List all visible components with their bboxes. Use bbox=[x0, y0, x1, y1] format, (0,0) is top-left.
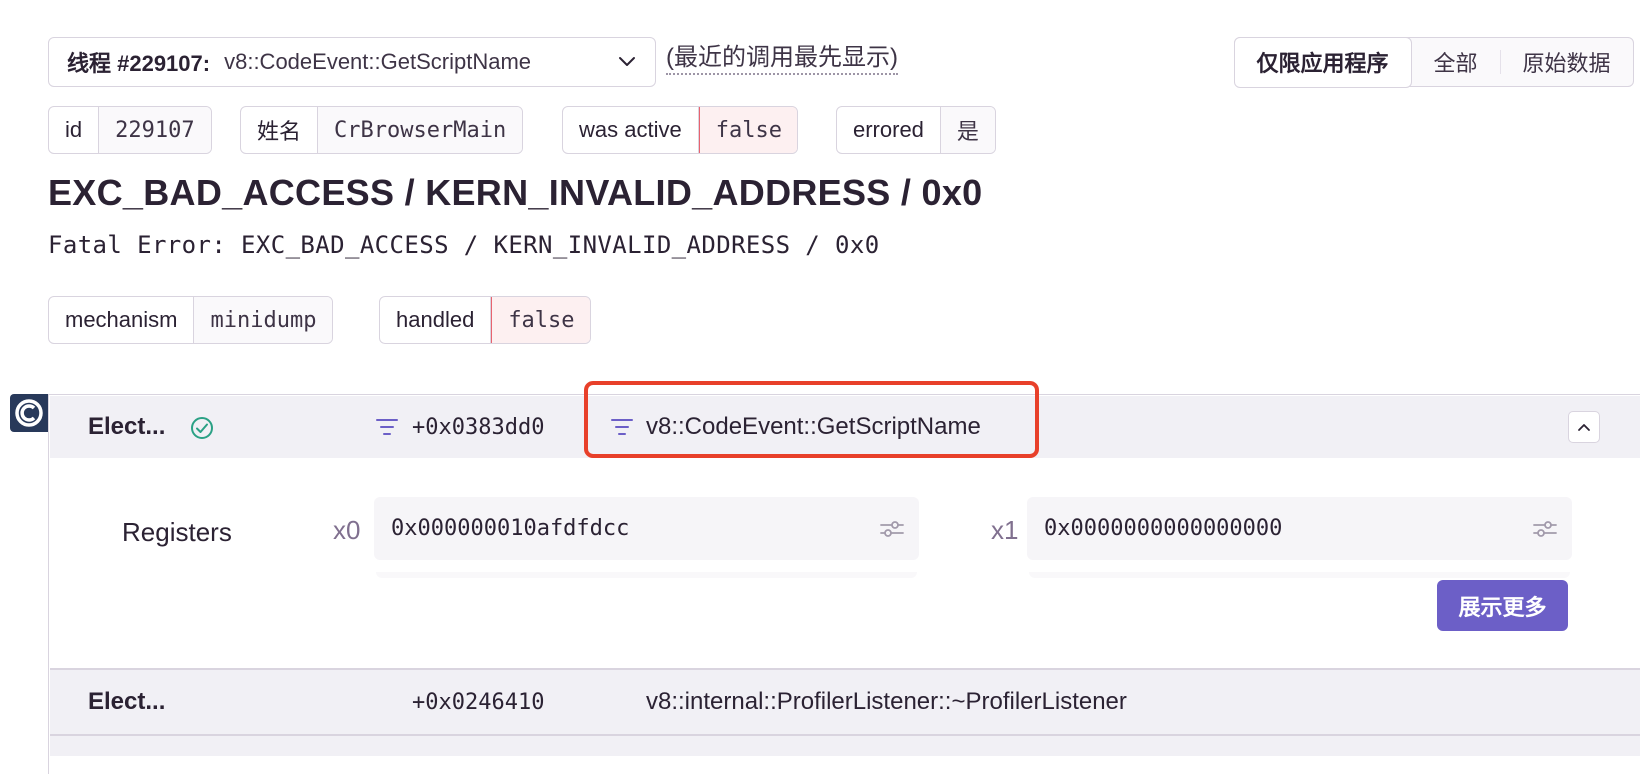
tag-value: minidump bbox=[194, 297, 333, 343]
tag-value: 是 bbox=[940, 107, 995, 153]
frame-package: Elect... bbox=[88, 413, 166, 440]
view-option-all[interactable]: 全部 bbox=[1412, 38, 1500, 86]
tag-value: 229107 bbox=[99, 107, 211, 153]
annotation-highlight-box bbox=[584, 381, 1039, 458]
exception-subtitle: Fatal Error: EXC_BAD_ACCESS / KERN_INVAL… bbox=[48, 231, 880, 259]
filter-lines-icon bbox=[376, 419, 398, 435]
view-toggle: 仅限应用程序 全部 原始数据 bbox=[1233, 36, 1634, 88]
tag-key: handled bbox=[380, 297, 492, 343]
register-name: x0 bbox=[333, 515, 361, 545]
thread-selector[interactable]: 线程 #229107: v8::CodeEvent::GetScriptName bbox=[48, 37, 656, 87]
frame-package: Elect... bbox=[88, 688, 166, 715]
sliders-icon[interactable] bbox=[879, 518, 905, 540]
platform-logo-icon bbox=[10, 394, 48, 432]
show-more-button[interactable]: 展示更多 bbox=[1437, 580, 1568, 631]
view-option-raw[interactable]: 原始数据 bbox=[1501, 38, 1633, 86]
tag-mechanism[interactable]: mechanism minidump bbox=[48, 296, 334, 344]
register-row-peek bbox=[376, 572, 917, 578]
tag-key: 姓名 bbox=[241, 107, 319, 153]
register-row-peek bbox=[1029, 572, 1570, 578]
exception-title: EXC_BAD_ACCESS / KERN_INVALID_ADDRESS / … bbox=[48, 172, 983, 213]
register-value: 0x0000000000000000 bbox=[1044, 516, 1283, 541]
tag-key: id bbox=[49, 107, 100, 153]
view-option-app-only[interactable]: 仅限应用程序 bbox=[1233, 36, 1412, 88]
register-value: 0x000000010afdfdcc bbox=[391, 516, 630, 541]
order-note[interactable]: (最近的调用最先显示) bbox=[666, 44, 898, 75]
tag-id[interactable]: id 229107 bbox=[48, 106, 212, 154]
tag-key: was active bbox=[563, 107, 699, 153]
stack-frame[interactable]: Elect... +0x0246410 v8::internal::Profil… bbox=[50, 670, 1640, 734]
sliders-icon[interactable] bbox=[1532, 518, 1558, 540]
tag-value: CrBrowserMain bbox=[318, 107, 523, 153]
chevron-down-icon bbox=[619, 57, 635, 66]
stack-frame-next bbox=[50, 736, 1640, 756]
in-app-check-icon bbox=[191, 417, 213, 439]
tag-name[interactable]: 姓名 CrBrowserMain bbox=[240, 106, 524, 154]
registers-label: Registers bbox=[122, 517, 232, 547]
collapse-frame-button[interactable] bbox=[1568, 411, 1600, 443]
tag-was-active[interactable]: was active false bbox=[562, 106, 799, 154]
tag-errored[interactable]: errored 是 bbox=[836, 106, 996, 154]
tag-value: false bbox=[698, 107, 798, 153]
register-value-x0[interactable]: 0x000000010afdfdcc bbox=[374, 497, 919, 560]
frame-address: +0x0246410 bbox=[412, 690, 545, 715]
thread-value: v8::CodeEvent::GetScriptName bbox=[224, 49, 532, 74]
thread-label: 线程 #229107: bbox=[67, 51, 211, 76]
frame-function: v8::internal::ProfilerListener::~Profile… bbox=[646, 688, 1127, 715]
register-value-x1[interactable]: 0x0000000000000000 bbox=[1027, 497, 1572, 560]
tag-value: false bbox=[491, 297, 591, 343]
tag-key: mechanism bbox=[49, 297, 195, 343]
tag-handled[interactable]: handled false bbox=[379, 296, 592, 344]
frame-address: +0x0383dd0 bbox=[412, 415, 545, 440]
chevron-up-icon bbox=[1578, 424, 1590, 431]
register-name: x1 bbox=[991, 515, 1019, 545]
tag-key: errored bbox=[837, 107, 941, 153]
